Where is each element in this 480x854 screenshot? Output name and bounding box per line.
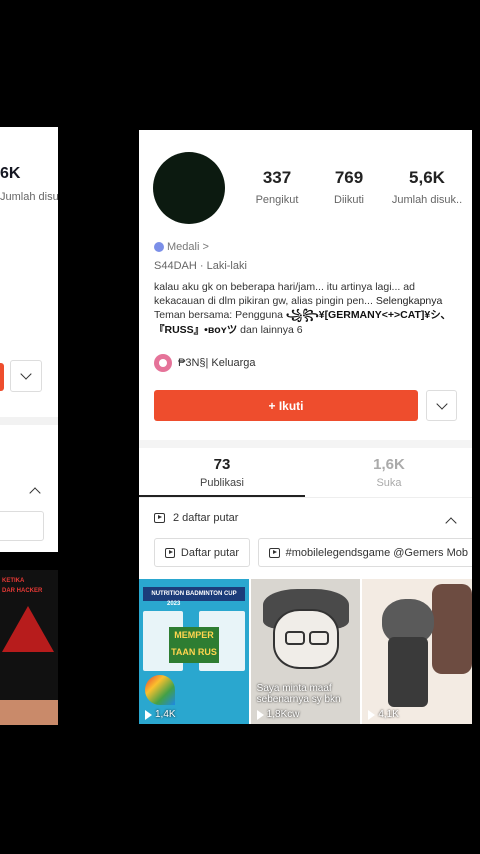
view-count-value: 4,1K bbox=[378, 709, 399, 720]
likes-count: 5,6K bbox=[409, 168, 445, 187]
playlist-count: 2 daftar putar bbox=[173, 512, 239, 524]
glasses-icon bbox=[308, 631, 329, 645]
following-count: 769 bbox=[334, 168, 364, 187]
view-count: 1,8Kcw bbox=[256, 709, 300, 720]
followers-label: Pengikut bbox=[255, 194, 299, 206]
view-count-value: 1,8Kcw bbox=[266, 709, 300, 720]
background-thumbnail: KETIKA DAR HACKER bbox=[0, 570, 58, 725]
section-divider bbox=[139, 440, 472, 448]
followers-stat[interactable]: 337 Pengikut bbox=[247, 168, 307, 206]
video-thumbnail[interactable]: 4,1K bbox=[362, 579, 472, 724]
ghost-stat-value: 6K bbox=[0, 165, 21, 182]
follow-button[interactable]: + Ikuti bbox=[154, 390, 418, 421]
tab-publications[interactable]: 73 Publikasi bbox=[139, 456, 305, 489]
collapse-playlists-button[interactable] bbox=[445, 515, 457, 529]
publications-label: Publikasi bbox=[199, 477, 245, 489]
ghost-follow-button bbox=[0, 363, 4, 391]
likes-stat[interactable]: 5,6K Jumlah disuk.. bbox=[387, 168, 467, 206]
tab-divider bbox=[139, 497, 472, 498]
playlist-chip[interactable]: Daftar putar bbox=[154, 538, 250, 567]
thumb-banner: MEMPER TAAN RUS bbox=[169, 627, 219, 663]
ghost-divider bbox=[0, 417, 58, 425]
family-link[interactable]: ₱3N§| Keluarga bbox=[154, 354, 255, 372]
chevron-up-icon bbox=[445, 517, 457, 529]
mutual-suffix: dan lainnya 6 bbox=[240, 324, 303, 336]
view-count: 4,1K bbox=[368, 709, 399, 720]
ghost-chevron-up-icon bbox=[29, 485, 41, 499]
play-icon bbox=[368, 709, 376, 720]
ghost-thumb-text: KETIKA DAR HACKER bbox=[2, 578, 43, 594]
video-grid: NUTRITION BADMINTON CUP 2023 MEMPER TAAN… bbox=[139, 579, 472, 724]
playlist-header[interactable]: 2 daftar putar bbox=[154, 512, 238, 524]
meta-separator: · bbox=[199, 260, 207, 272]
profile-meta: S44DAH · Laki-laki bbox=[154, 260, 247, 272]
thumb-title: NUTRITION BADMINTON CUP bbox=[143, 587, 245, 601]
following-label: Diikuti bbox=[334, 194, 364, 206]
play-icon bbox=[145, 709, 152, 720]
warning-icon bbox=[2, 606, 54, 652]
playlist-icon bbox=[154, 513, 165, 523]
video-thumbnail[interactable]: Saya minta maaf sebenarnya sy bkn 1,8Kcw bbox=[250, 579, 361, 724]
tab-likes[interactable]: 1,6K Suka bbox=[306, 456, 472, 489]
character-face bbox=[272, 609, 339, 669]
glasses-icon bbox=[284, 631, 305, 645]
playlist-chip[interactable]: #mobilelegendsgame @Gemers Mob bbox=[258, 538, 472, 567]
playlist-chip-label: Daftar putar bbox=[180, 546, 239, 559]
view-count-value: 1,4K bbox=[155, 709, 176, 720]
ghost-stat-label: Jumlah disuk.. bbox=[0, 191, 58, 203]
ghost-chip bbox=[0, 511, 44, 541]
chevron-down-icon bbox=[435, 397, 448, 410]
liked-label: Suka bbox=[376, 477, 402, 489]
gender: Laki-laki bbox=[206, 260, 247, 272]
video-caption: Saya minta maaf sebenarnya sy bkn bbox=[256, 683, 341, 705]
playlist-icon bbox=[269, 547, 280, 558]
character-body bbox=[388, 637, 429, 707]
mutual-friends[interactable]: Teman bersama: Pengguna ꧁꧂¥[GERMANY<+>CA… bbox=[154, 308, 466, 338]
playlist-icon bbox=[165, 547, 175, 558]
followers-count: 337 bbox=[262, 168, 292, 187]
view-count: 1,4K bbox=[145, 709, 176, 720]
thumb-year: 2023 bbox=[167, 601, 181, 607]
medal-label: Medali > bbox=[167, 241, 209, 253]
medal-link[interactable]: Medali > bbox=[154, 241, 209, 253]
liked-count: 1,6K bbox=[373, 456, 405, 473]
bio-more-link[interactable]: Selengkapnya bbox=[376, 295, 443, 307]
family-label: ₱3N§| Keluarga bbox=[178, 357, 256, 369]
playlist-chip-label: #mobilelegendsgame @Gemers Mob bbox=[285, 546, 468, 559]
bio: kalau aku gk on beberapa hari/jam... itu… bbox=[154, 280, 466, 308]
mutual-prefix: Teman bersama: Pengguna bbox=[154, 309, 283, 321]
likes-label: Jumlah disuk.. bbox=[391, 194, 463, 206]
more-options-button[interactable] bbox=[426, 390, 457, 421]
username: S44DAH bbox=[154, 260, 197, 272]
video-thumbnail[interactable]: NUTRITION BADMINTON CUP 2023 MEMPER TAAN… bbox=[139, 579, 249, 724]
following-stat[interactable]: 769 Diikuti bbox=[319, 168, 379, 206]
fan-icon bbox=[145, 675, 175, 705]
medal-icon bbox=[154, 242, 164, 252]
profile-card: 337 Pengikut 769 Diikuti 5,6K Jumlah dis… bbox=[139, 130, 472, 724]
family-icon bbox=[154, 354, 172, 372]
ghost-chevron-down-icon bbox=[10, 360, 42, 392]
tree-shape bbox=[432, 584, 472, 674]
background-profile-card: 6K Jumlah disuk.. bbox=[0, 127, 58, 552]
publications-count: 73 bbox=[213, 456, 231, 473]
ghost-thumb-strip bbox=[0, 700, 58, 725]
avatar[interactable] bbox=[153, 152, 225, 224]
play-icon bbox=[256, 709, 264, 720]
